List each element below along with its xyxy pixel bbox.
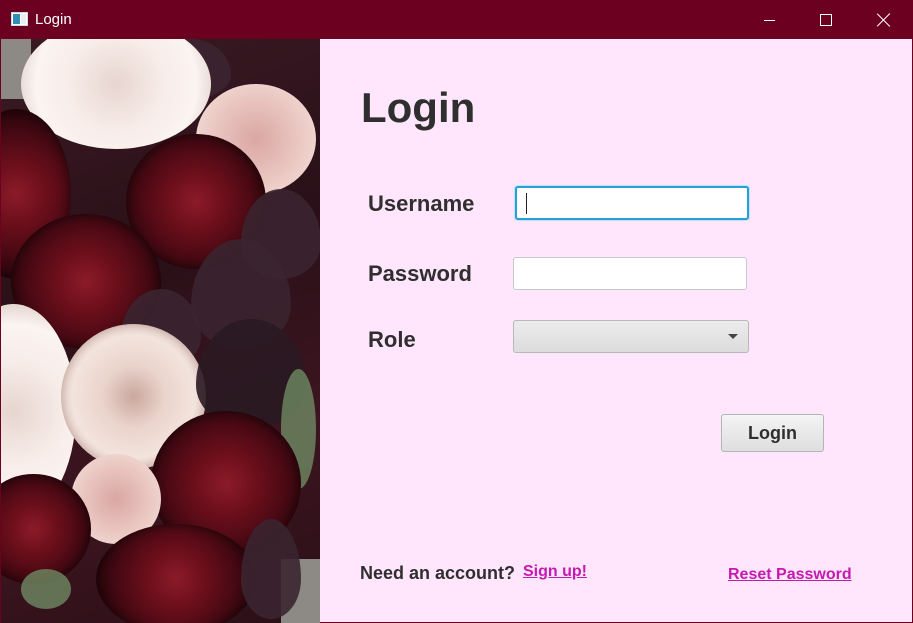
login-button[interactable]: Login: [721, 414, 824, 452]
page-title: Login: [361, 84, 476, 131]
username-label: Username: [368, 191, 475, 216]
signup-link[interactable]: Sign up!: [523, 562, 587, 582]
close-button[interactable]: [855, 1, 913, 39]
role-label: Role: [368, 327, 416, 352]
password-label: Password: [368, 261, 472, 286]
username-field[interactable]: [515, 186, 749, 220]
role-select[interactable]: [513, 320, 749, 353]
password-field[interactable]: [513, 257, 747, 290]
login-window: Login Login Username Password Role Login…: [0, 0, 913, 623]
close-icon: [877, 13, 891, 27]
reset-password-link[interactable]: Reset Password: [728, 565, 852, 585]
window-title: Login: [35, 11, 72, 28]
dropdown-arrow-icon: [728, 334, 738, 339]
maximize-icon: [820, 14, 832, 26]
maximize-button[interactable]: [797, 1, 855, 39]
app-icon: [11, 12, 28, 26]
flower-photo: [1, 39, 320, 623]
minimize-icon: [763, 19, 775, 21]
text-caret: [526, 193, 527, 214]
need-account-text: Need an account?: [360, 563, 516, 583]
title-bar[interactable]: Login: [1, 1, 913, 39]
minimize-button[interactable]: [740, 1, 798, 39]
